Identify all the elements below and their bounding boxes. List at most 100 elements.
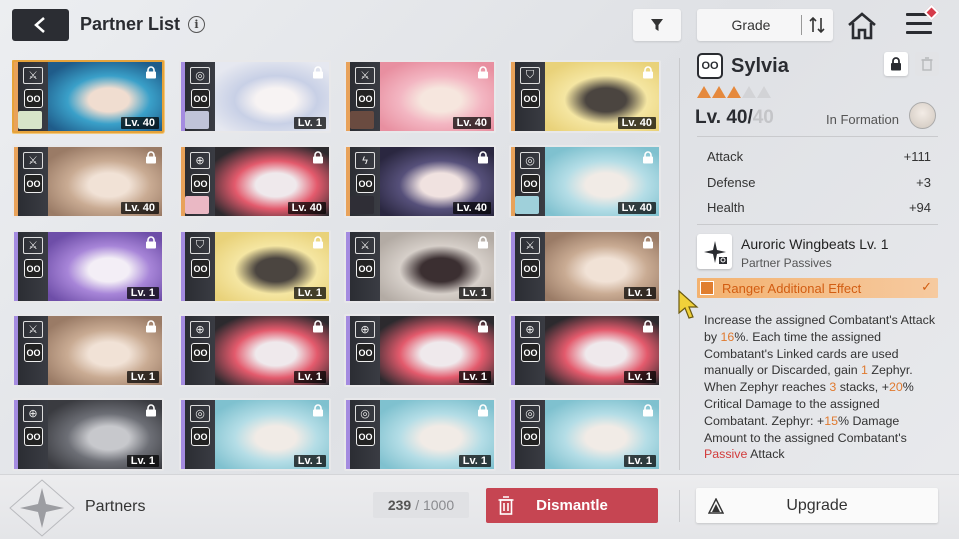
stat-label: Health xyxy=(707,200,745,215)
partner-card[interactable]: ⚔ OO Lv. 1 xyxy=(344,230,496,303)
target-icon: ◎ xyxy=(190,67,210,84)
mini-avatar xyxy=(350,196,374,214)
description-text: 16 xyxy=(720,329,735,344)
lightning-icon: ϟ xyxy=(355,152,375,169)
partner-card[interactable]: ⚔ OO Lv. 1 xyxy=(509,230,661,303)
ranger-effect-bar[interactable]: Ranger Additional Effect ✓ xyxy=(697,278,938,298)
info-icon[interactable]: i xyxy=(188,16,205,33)
partner-badge-icon: OO xyxy=(191,259,210,278)
partner-badge-icon: OO xyxy=(521,343,540,362)
partner-grid: ⚔ OO Lv. 40 ◎ OO Lv. 1 ⚔ OO Lv. 40 ⛉ OO … xyxy=(12,60,662,472)
pointer-cursor-icon xyxy=(678,289,699,319)
divider xyxy=(697,224,938,225)
partner-card[interactable]: ⚔ OO Lv. 40 xyxy=(12,145,164,218)
partner-card[interactable]: ⊕ OO Lv. 1 xyxy=(344,314,496,387)
partner-card[interactable]: ⚔ OO Lv. 40 xyxy=(344,60,496,133)
passive-skill-icon[interactable] xyxy=(697,234,732,269)
crossed-swords-icon: ⚔ xyxy=(520,237,540,254)
partner-card[interactable]: ⚔ OO Lv. 1 xyxy=(12,314,164,387)
filter-icon xyxy=(651,19,663,31)
description-text: stacks, + xyxy=(836,380,889,395)
star-icon xyxy=(712,86,726,98)
partner-card[interactable]: ◎ OO Lv. 1 xyxy=(344,398,496,471)
partner-card[interactable]: ⚔ OO Lv. 40 xyxy=(12,60,164,133)
trash-button[interactable] xyxy=(915,52,939,76)
partner-badge-icon: OO xyxy=(356,174,375,193)
rarity-strip xyxy=(14,316,18,385)
level-max: 40 xyxy=(752,107,774,128)
partner-card[interactable]: ◎ OO Lv. 1 xyxy=(179,398,331,471)
partner-card[interactable]: ⚔ OO Lv. 1 xyxy=(12,230,164,303)
home-icon[interactable] xyxy=(846,11,878,41)
crosshair-icon: ⊕ xyxy=(190,321,210,338)
formation-avatar[interactable] xyxy=(909,102,936,129)
card-level: Lv. 1 xyxy=(623,455,656,467)
partner-badge-icon: OO xyxy=(356,259,375,278)
lock-button[interactable] xyxy=(884,52,908,76)
stat-health: Health +94 xyxy=(707,200,931,215)
back-button[interactable] xyxy=(12,9,69,41)
filter-button[interactable] xyxy=(633,9,681,41)
target-icon: ◎ xyxy=(190,405,210,422)
lock-icon xyxy=(643,151,653,164)
crosshair-icon: ⊕ xyxy=(520,321,540,338)
card-level: Lv. 1 xyxy=(293,287,326,299)
rarity-strip xyxy=(181,232,185,301)
dismantle-label: Dismantle xyxy=(536,497,608,514)
partner-card[interactable]: ⊕ OO Lv. 40 xyxy=(179,145,331,218)
partner-card[interactable]: ⛉ OO Lv. 1 xyxy=(179,230,331,303)
card-level: Lv. 1 xyxy=(293,455,326,467)
wing-sparkle-icon xyxy=(703,240,727,264)
rarity-strip xyxy=(346,400,350,469)
count-current: 239 xyxy=(387,497,412,513)
compass-emblem-icon xyxy=(9,479,75,537)
lock-icon xyxy=(146,236,156,249)
description-text: 15 xyxy=(824,413,838,428)
sort-order-icon[interactable] xyxy=(807,16,827,34)
partner-card[interactable]: ϟ OO Lv. 40 xyxy=(344,145,496,218)
check-icon: ✓ xyxy=(921,279,932,294)
sort-label: Grade xyxy=(731,17,771,33)
mini-avatar xyxy=(185,196,209,214)
card-level: Lv. 40 xyxy=(617,117,656,129)
rarity-strip xyxy=(511,232,515,301)
lock-icon xyxy=(146,404,156,417)
card-level: Lv. 1 xyxy=(458,455,491,467)
sort-grade-button[interactable]: Grade xyxy=(697,9,833,41)
stat-label: Defense xyxy=(707,175,756,190)
passive-title: Auroric Wingbeats Lv. 1 xyxy=(741,236,889,252)
card-level: Lv. 1 xyxy=(623,371,656,383)
effect-description: Increase the assigned Combatant's Attack… xyxy=(704,312,940,474)
lock-icon xyxy=(313,404,323,417)
card-level: Lv. 1 xyxy=(293,117,326,129)
card-level: Lv. 40 xyxy=(120,202,159,214)
mini-avatar xyxy=(18,111,42,129)
stat-value: +111 xyxy=(903,149,931,164)
partner-card[interactable]: ⛉ OO Lv. 40 xyxy=(509,60,661,133)
crosshair-icon: ⊕ xyxy=(23,405,43,422)
partner-badge-icon: OO xyxy=(521,174,540,193)
partner-card[interactable]: ⊕ OO Lv. 1 xyxy=(179,314,331,387)
partner-badge-icon: OO xyxy=(191,89,210,108)
partner-badge-icon: OO xyxy=(24,174,43,193)
lock-icon xyxy=(643,66,653,79)
dismantle-button[interactable]: Dismantle xyxy=(486,488,658,523)
rarity-strip xyxy=(14,232,18,301)
partner-card[interactable]: ◎ OO Lv. 40 xyxy=(509,145,661,218)
partner-card[interactable]: ⊕ OO Lv. 1 xyxy=(12,398,164,471)
card-level: Lv. 40 xyxy=(120,117,159,129)
crossed-swords-icon: ⚔ xyxy=(23,152,43,169)
partner-card[interactable]: ◎ OO Lv. 1 xyxy=(179,60,331,133)
partner-card[interactable]: ◎ OO Lv. 1 xyxy=(509,398,661,471)
rarity-strip xyxy=(346,232,350,301)
upgrade-button[interactable]: Upgrade xyxy=(696,488,938,523)
rarity-strip xyxy=(511,400,515,469)
lock-icon xyxy=(313,66,323,79)
description-text: Passive xyxy=(704,447,748,462)
card-level: Lv. 1 xyxy=(458,287,491,299)
partner-card[interactable]: ⊕ OO Lv. 1 xyxy=(509,314,661,387)
partner-badge-icon: OO xyxy=(521,427,540,446)
card-level: Lv. 40 xyxy=(452,202,491,214)
description-text: 1 xyxy=(861,363,868,378)
shield-icon: ⛉ xyxy=(520,67,540,84)
